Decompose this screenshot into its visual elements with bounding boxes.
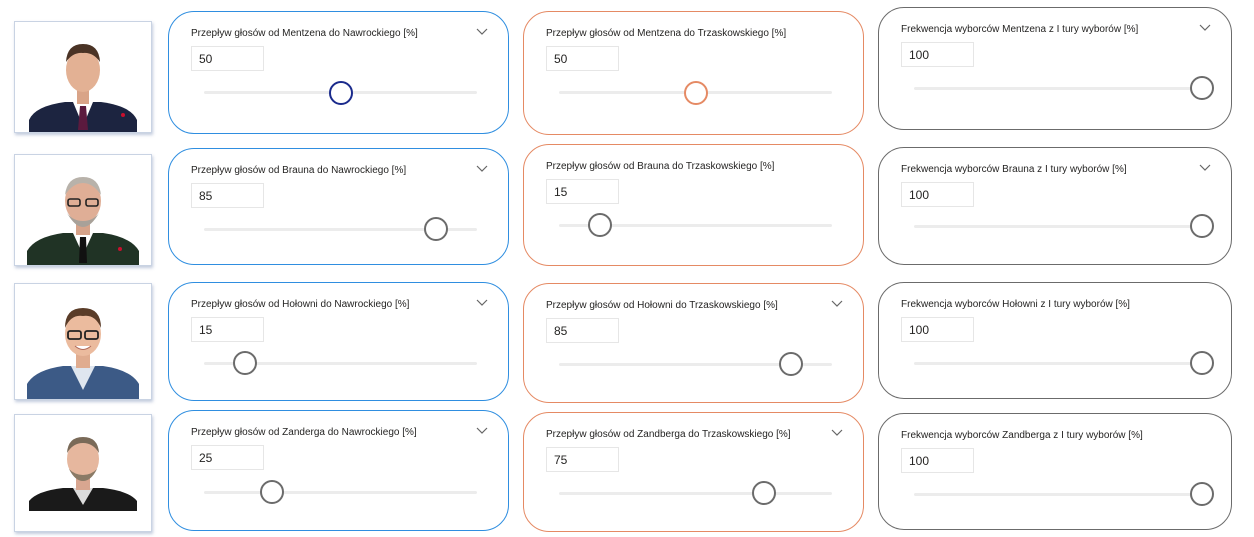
slider-thumb[interactable] (683, 81, 708, 105)
chevron-down-icon[interactable] (476, 163, 488, 173)
value-input[interactable]: 25 (191, 445, 264, 470)
value-input[interactable]: 85 (191, 183, 264, 208)
candidate-photo-braun (14, 154, 152, 266)
slider-thumb[interactable] (779, 352, 804, 376)
slider-title: Frekwencja wyborców Mentzena z I tury wy… (901, 24, 1139, 35)
slider-track[interactable] (204, 491, 477, 494)
portrait-braun-image (27, 177, 139, 265)
slider-track[interactable] (559, 492, 832, 495)
chevron-down-icon[interactable] (476, 297, 488, 307)
chevron-down-icon[interactable] (1199, 162, 1211, 172)
slider-title: Przepływ głosów od Hołowni do Nawrockieg… (191, 299, 410, 310)
slider-title: Przepływ głosów od Zandberga do Trzaskow… (546, 429, 791, 440)
slider-title: Przepływ głosów od Hołowni do Trzaskowsk… (546, 300, 778, 311)
chevron-down-icon[interactable] (831, 427, 843, 437)
slider-thumb[interactable] (751, 481, 776, 505)
value-input[interactable]: 15 (191, 317, 264, 342)
value-input[interactable]: 100 (901, 448, 974, 473)
chevron-down-icon[interactable] (476, 26, 488, 36)
value-input[interactable]: 75 (546, 447, 619, 472)
candidate-photo-zandberg (14, 414, 152, 532)
slider-title: Frekwencja wyborców Zandberga z I tury w… (901, 430, 1143, 441)
slider-card-holownia-trzaskowski: Przepływ głosów od Hołowni do Trzaskowsk… (523, 283, 864, 403)
portrait-mentzen-image (29, 44, 137, 132)
candidate-photo-mentzen (14, 21, 152, 133)
slider-card-braun-turnout: Frekwencja wyborców Brauna z I tury wybo… (878, 147, 1232, 265)
slider-card-braun-trzaskowski: Przepływ głosów od Brauna do Trzaskowski… (523, 144, 864, 266)
slider-card-mentzen-turnout: Frekwencja wyborców Mentzena z I tury wy… (878, 7, 1232, 130)
slider-title: Przepływ głosów od Brauna do Trzaskowski… (546, 161, 775, 172)
slider-card-holownia-nawrocki: Przepływ głosów od Hołowni do Nawrockieg… (168, 282, 509, 401)
value-input[interactable]: 50 (191, 46, 264, 71)
value-input[interactable]: 85 (546, 318, 619, 343)
chevron-down-icon[interactable] (476, 425, 488, 435)
slider-thumb[interactable] (260, 480, 285, 504)
chevron-down-icon[interactable] (1199, 22, 1211, 32)
slider-title: Frekwencja wyborców Hołowni z I tury wyb… (901, 299, 1130, 310)
slider-thumb[interactable] (587, 213, 612, 237)
slider-title: Przepływ głosów od Mentzena do Nawrockie… (191, 28, 418, 39)
slider-thumb[interactable] (1190, 214, 1214, 238)
slider-title: Przepływ głosów od Mentzena do Trzaskows… (546, 28, 787, 39)
value-input[interactable]: 100 (901, 182, 974, 207)
portrait-zandberg-image (29, 437, 137, 511)
value-input[interactable]: 100 (901, 42, 974, 67)
portrait-holownia-image (27, 308, 139, 399)
slider-title: Przepływ głosów od Zanderga do Nawrockie… (191, 427, 417, 438)
slider-thumb[interactable] (1190, 482, 1214, 506)
slider-thumb[interactable] (424, 217, 449, 241)
slider-track[interactable] (914, 87, 1202, 90)
value-input[interactable]: 50 (546, 46, 619, 71)
slider-track[interactable] (914, 362, 1202, 365)
slider-track[interactable] (914, 225, 1202, 228)
slider-card-zandberg-trzaskowski: Przepływ głosów od Zandberga do Trzaskow… (523, 412, 864, 532)
slider-card-zandberg-turnout: Frekwencja wyborców Zandberga z I tury w… (878, 413, 1232, 530)
slider-card-mentzen-trzaskowski: Przepływ głosów od Mentzena do Trzaskows… (523, 11, 864, 135)
slider-thumb[interactable] (1190, 351, 1214, 375)
slider-thumb[interactable] (232, 351, 257, 375)
slider-thumb[interactable] (1190, 76, 1214, 100)
value-input[interactable]: 15 (546, 179, 619, 204)
slider-card-braun-nawrocki: Przepływ głosów od Brauna do Nawrockiego… (168, 148, 509, 265)
value-input[interactable]: 100 (901, 317, 974, 342)
slider-thumb[interactable] (328, 81, 353, 105)
slider-track[interactable] (914, 493, 1202, 496)
slider-card-zandberg-nawrocki: Przepływ głosów od Zanderga do Nawrockie… (168, 410, 509, 531)
slider-title: Przepływ głosów od Brauna do Nawrockiego… (191, 165, 407, 176)
candidate-photo-holownia (14, 283, 152, 400)
slider-card-holownia-turnout: Frekwencja wyborców Hołowni z I tury wyb… (878, 282, 1232, 399)
slider-title: Frekwencja wyborców Brauna z I tury wybo… (901, 164, 1127, 175)
slider-card-mentzen-nawrocki: Przepływ głosów od Mentzena do Nawrockie… (168, 11, 509, 134)
chevron-down-icon[interactable] (831, 298, 843, 308)
